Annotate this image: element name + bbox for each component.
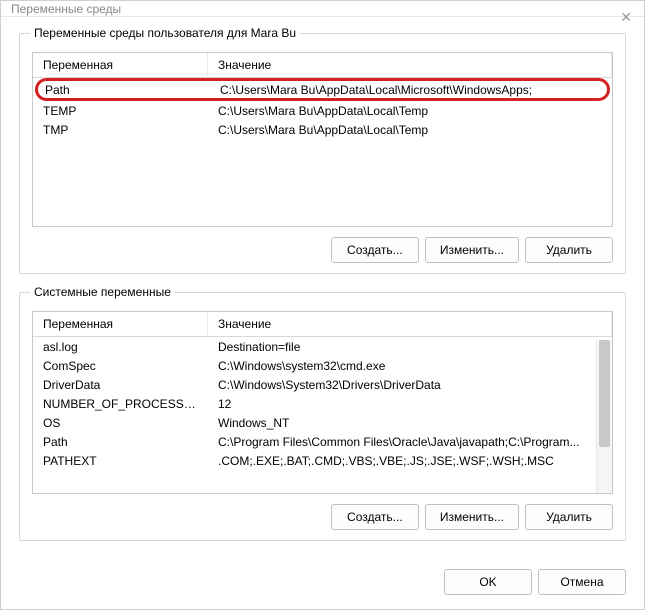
- column-variable[interactable]: Переменная: [33, 312, 208, 336]
- new-button[interactable]: Создать...: [331, 504, 419, 530]
- cell-value: Destination=file: [208, 337, 612, 356]
- table-row[interactable]: PATHEXT .COM;.EXE;.BAT;.CMD;.VBS;.VBE;.J…: [33, 451, 612, 470]
- cell-variable: Path: [38, 81, 213, 98]
- cell-value: C:\Users\Mara Bu\AppData\Local\Temp: [208, 120, 612, 139]
- ok-button[interactable]: OK: [444, 569, 532, 595]
- cell-variable: ComSpec: [33, 356, 208, 375]
- table-row[interactable]: TMP C:\Users\Mara Bu\AppData\Local\Temp: [33, 120, 612, 139]
- cell-variable: OS: [33, 413, 208, 432]
- cell-value: C:\Windows\system32\cmd.exe: [208, 356, 612, 375]
- table-row[interactable]: DriverData C:\Windows\System32\Drivers\D…: [33, 375, 612, 394]
- user-button-row: Создать... Изменить... Удалить: [32, 237, 613, 263]
- system-variables-group: Системные переменные Переменная Значение…: [19, 292, 626, 541]
- table-row[interactable]: Path C:\Users\Mara Bu\AppData\Local\Micr…: [35, 78, 610, 101]
- table-row[interactable]: asl.log Destination=file: [33, 337, 612, 356]
- delete-button[interactable]: Удалить: [525, 504, 613, 530]
- cell-variable: DriverData: [33, 375, 208, 394]
- cell-value: Windows_NT: [208, 413, 612, 432]
- system-button-row: Создать... Изменить... Удалить: [32, 504, 613, 530]
- delete-button[interactable]: Удалить: [525, 237, 613, 263]
- system-variables-table[interactable]: Переменная Значение asl.log Destination=…: [32, 311, 613, 494]
- cell-value: 12: [208, 394, 612, 413]
- cell-value: C:\Users\Mara Bu\AppData\Local\Temp: [208, 101, 612, 120]
- user-variables-group: Переменные среды пользователя для Mara B…: [19, 33, 626, 274]
- table-header: Переменная Значение: [33, 53, 612, 78]
- table-row[interactable]: OS Windows_NT: [33, 413, 612, 432]
- cell-variable: PATHEXT: [33, 451, 208, 470]
- cell-variable: Path: [33, 432, 208, 451]
- table-row[interactable]: Path C:\Program Files\Common Files\Oracl…: [33, 432, 612, 451]
- table-row[interactable]: NUMBER_OF_PROCESSORS 12: [33, 394, 612, 413]
- user-variables-table[interactable]: Переменная Значение Path C:\Users\Mara B…: [32, 52, 613, 227]
- cell-value: C:\Users\Mara Bu\AppData\Local\Microsoft…: [213, 81, 607, 98]
- scroll-thumb[interactable]: [599, 340, 610, 447]
- env-variables-dialog: Переменные среды ✕ Переменные среды поль…: [0, 0, 645, 610]
- column-value[interactable]: Значение: [208, 53, 612, 77]
- edit-button[interactable]: Изменить...: [425, 237, 519, 263]
- system-group-label: Системные переменные: [30, 285, 175, 299]
- new-button[interactable]: Создать...: [331, 237, 419, 263]
- column-variable[interactable]: Переменная: [33, 53, 208, 77]
- user-group-label: Переменные среды пользователя для Mara B…: [30, 26, 300, 40]
- table-header: Переменная Значение: [33, 312, 612, 337]
- column-value[interactable]: Значение: [208, 312, 612, 336]
- cell-value: C:\Program Files\Common Files\Oracle\Jav…: [208, 432, 612, 451]
- edit-button[interactable]: Изменить...: [425, 504, 519, 530]
- titlebar: Переменные среды ✕: [1, 1, 644, 17]
- table-row[interactable]: TEMP C:\Users\Mara Bu\AppData\Local\Temp: [33, 101, 612, 120]
- cell-value: C:\Windows\System32\Drivers\DriverData: [208, 375, 612, 394]
- cell-variable: asl.log: [33, 337, 208, 356]
- dialog-button-row: OK Отмена: [1, 569, 644, 609]
- cell-variable: TMP: [33, 120, 208, 139]
- cell-value: .COM;.EXE;.BAT;.CMD;.VBS;.VBE;.JS;.JSE;.…: [208, 451, 612, 470]
- cancel-button[interactable]: Отмена: [538, 569, 626, 595]
- table-row[interactable]: ComSpec C:\Windows\system32\cmd.exe: [33, 356, 612, 375]
- close-icon[interactable]: ✕: [620, 9, 632, 26]
- scrollbar[interactable]: [596, 340, 612, 493]
- dialog-content: Переменные среды пользователя для Mara B…: [1, 17, 644, 569]
- cell-variable: TEMP: [33, 101, 208, 120]
- window-title: Переменные среды: [11, 2, 121, 16]
- cell-variable: NUMBER_OF_PROCESSORS: [33, 394, 208, 413]
